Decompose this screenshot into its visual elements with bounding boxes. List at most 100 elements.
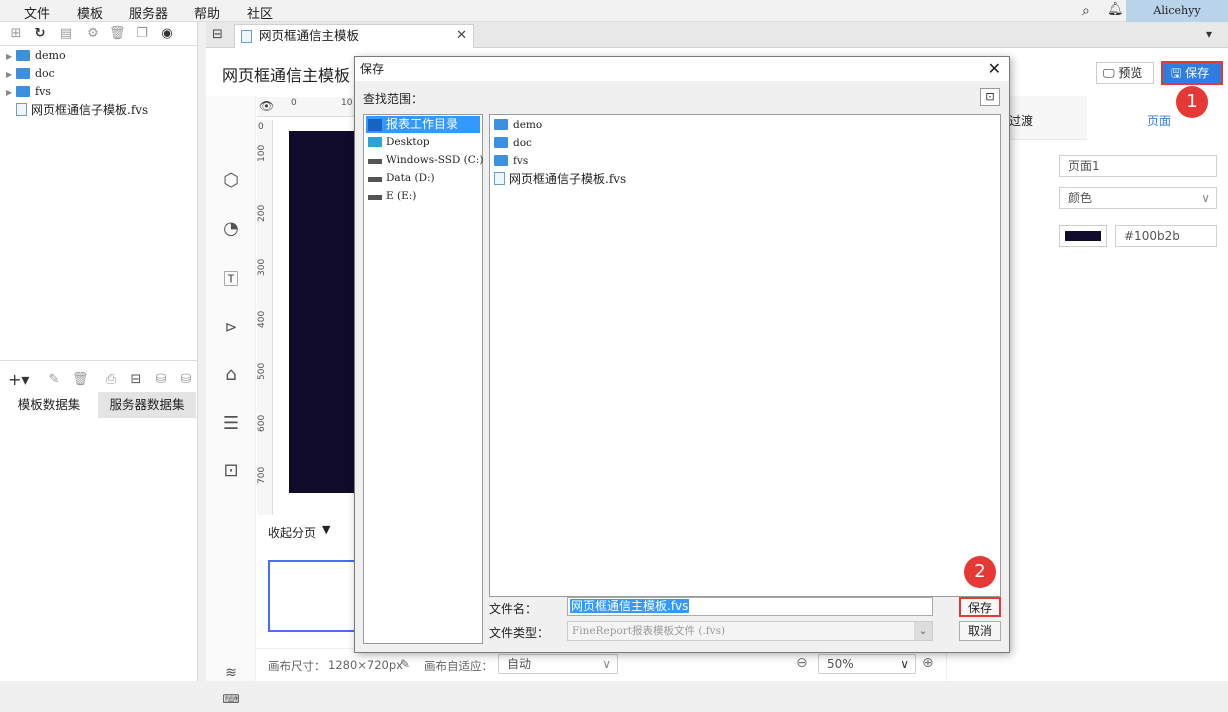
location-list: 报表工作目录 Desktop Windows-SSD (C:) Data (D:… xyxy=(363,114,483,644)
preview-button[interactable]: 🖵︎ 预览 xyxy=(1096,62,1154,84)
folder-icon xyxy=(16,67,30,79)
preview-data-icon[interactable]: ⎙ xyxy=(103,372,119,388)
filename-input[interactable]: 网页框通信主模板.fvs xyxy=(567,597,933,616)
monitor-icon: 🖵︎ xyxy=(1103,66,1115,80)
tab-template-dataset[interactable]: 模板数据集 xyxy=(0,392,98,418)
tree-toolbar: ⊞ ↻ ▤ ⚙ 🗑︎ ❐ ◉ xyxy=(0,22,198,46)
zoom-out-icon[interactable]: ⊖ xyxy=(796,655,808,671)
location-item[interactable]: 报表工作目录 xyxy=(366,116,480,133)
add-icon[interactable]: +▾ xyxy=(8,372,29,388)
dataset-icon[interactable]: ⊟ xyxy=(128,372,144,388)
archive-icon[interactable]: ⊡ xyxy=(218,458,244,484)
lookin-label: 查找范围： xyxy=(363,92,424,106)
locate-icon[interactable]: ◉ xyxy=(159,26,175,42)
chevron-down-icon: ∨ xyxy=(602,657,611,671)
folder-icon xyxy=(494,154,508,166)
eye-icon[interactable]: 👁︎ xyxy=(259,99,274,113)
user-name[interactable]: Alicehyy xyxy=(1126,0,1228,22)
horizontal-ruler: 👁︎ 0 10 xyxy=(257,97,357,117)
close-icon[interactable]: ✕ xyxy=(988,57,1001,81)
filetype-select[interactable]: FineReport报表模板文件 (.fvs) ⌄ xyxy=(567,621,933,641)
database-icon[interactable]: ⛁ xyxy=(153,372,169,388)
edit-icon[interactable]: ✎ xyxy=(46,372,62,388)
file-list-item[interactable]: 网页框通信子模板.fvs xyxy=(494,171,626,188)
chart-pie-icon[interactable]: ◔ xyxy=(218,216,244,242)
caret-right-icon[interactable]: ▶ xyxy=(6,66,16,84)
menu-file[interactable]: 文件 xyxy=(24,3,50,22)
page-title: 网页框通信主模板 xyxy=(222,66,351,85)
dialog-title-bar: 保存 ✕ xyxy=(355,57,1009,81)
save-icon: 🖫 xyxy=(1171,66,1182,80)
drive-icon xyxy=(368,177,382,182)
copy-icon[interactable]: ❐ xyxy=(134,26,150,42)
menu-server[interactable]: 服务器 xyxy=(129,3,168,22)
refresh-icon[interactable]: ↻ xyxy=(32,26,48,42)
splitter[interactable] xyxy=(0,360,198,368)
folder-icon xyxy=(494,118,508,130)
location-item[interactable]: Desktop xyxy=(366,134,480,151)
tree-item[interactable]: 网页框通信子模板.fvs xyxy=(16,101,148,119)
save-button[interactable]: 🖫 保存 xyxy=(1161,61,1223,85)
background-type-select[interactable]: 颜色 ∨ xyxy=(1059,187,1217,209)
menu-community[interactable]: 社区 xyxy=(247,3,273,22)
step-badge-1: 1 xyxy=(1176,86,1208,118)
tab-menu-icon[interactable]: ⊟ xyxy=(212,27,223,42)
folder-icon xyxy=(16,85,30,97)
location-item[interactable]: Windows-SSD (C:) xyxy=(366,152,483,169)
chevron-down-icon: ∨ xyxy=(900,657,909,671)
caret-right-icon[interactable]: ▶ xyxy=(6,48,16,66)
zoom-in-icon[interactable]: ⊕ xyxy=(922,655,934,671)
tree-item[interactable]: ▶ fvs xyxy=(6,83,51,101)
component-sidebar: ⬡ ◔ 🅃 ⊳ ⌂ ☰ ⊡ ≋ ⌨ xyxy=(206,96,256,706)
cube-icon[interactable]: ⬡ xyxy=(218,168,244,194)
edit-icon[interactable]: ✎ xyxy=(400,657,410,671)
page-name-input[interactable]: 页面1 xyxy=(1059,155,1217,177)
settings-icon[interactable]: ⚙ xyxy=(85,26,101,42)
media-icon[interactable]: ⊳ xyxy=(218,314,244,340)
menu-template[interactable]: 模板 xyxy=(77,3,103,22)
drive-icon xyxy=(368,159,382,164)
delete-icon[interactable]: 🗑︎ xyxy=(109,26,126,42)
bell-icon[interactable]: 🔔︎ xyxy=(1107,2,1124,17)
color-hex-input[interactable]: #100b2b xyxy=(1115,225,1217,247)
step-badge-2: 2 xyxy=(964,556,996,588)
delete-icon[interactable]: 🗑︎ xyxy=(72,372,89,388)
tab-server-dataset[interactable]: 服务器数据集 xyxy=(98,392,196,418)
layers-icon[interactable]: ≋ xyxy=(218,660,244,686)
database-icon[interactable]: ⛁ xyxy=(178,372,194,388)
file-icon xyxy=(16,103,27,116)
folder-icon xyxy=(494,136,508,148)
dialog-cancel-button[interactable]: 取消 xyxy=(959,621,1001,641)
color-swatch[interactable] xyxy=(1059,225,1107,247)
search-icon[interactable]: ⌕ xyxy=(1082,3,1090,19)
page-thumbnail[interactable] xyxy=(268,560,358,632)
tab-main-template[interactable]: 网页框通信主模板 ✕ xyxy=(234,24,474,48)
list-icon[interactable]: ▤ xyxy=(58,26,74,42)
text-icon[interactable]: 🅃 xyxy=(218,266,244,292)
caret-right-icon[interactable]: ▶ xyxy=(6,84,16,102)
file-list-item[interactable]: demo xyxy=(494,117,542,134)
workspace-icon xyxy=(368,119,382,131)
server-icon[interactable]: ☰ xyxy=(218,411,244,437)
menu-help[interactable]: 帮助 xyxy=(194,3,220,22)
vertical-ruler: 0 100 200 300 400 500 600 700 xyxy=(257,120,273,515)
keyboard-icon[interactable]: ⌨ xyxy=(218,686,244,712)
collapse-pages[interactable]: 收起分页 ▼ xyxy=(256,518,356,544)
location-item[interactable]: Data (D:) xyxy=(366,170,480,187)
location-item[interactable]: E (E:) xyxy=(366,188,480,205)
inbox-icon[interactable]: ⌂ xyxy=(218,362,244,388)
chevron-down-icon: ⌄ xyxy=(914,622,932,640)
dropdown-icon[interactable]: ▾ xyxy=(1206,27,1212,41)
canvas-fit-select[interactable]: 自动 ∨ xyxy=(498,654,618,674)
new-folder-button[interactable]: ⊡ xyxy=(980,88,1000,106)
file-list-item[interactable]: doc xyxy=(494,135,532,152)
zoom-select[interactable]: 50% ∨ xyxy=(818,654,916,674)
dialog-save-button[interactable]: 保存 xyxy=(959,597,1001,617)
file-list-item[interactable]: fvs xyxy=(494,153,528,170)
file-icon xyxy=(241,30,252,43)
close-icon[interactable]: ✕ xyxy=(456,25,467,47)
tree-item[interactable]: ▶ doc xyxy=(6,65,55,83)
new-folder-icon[interactable]: ⊞ xyxy=(8,26,24,42)
design-canvas[interactable] xyxy=(289,131,357,493)
tree-item[interactable]: ▶ demo xyxy=(6,47,66,65)
